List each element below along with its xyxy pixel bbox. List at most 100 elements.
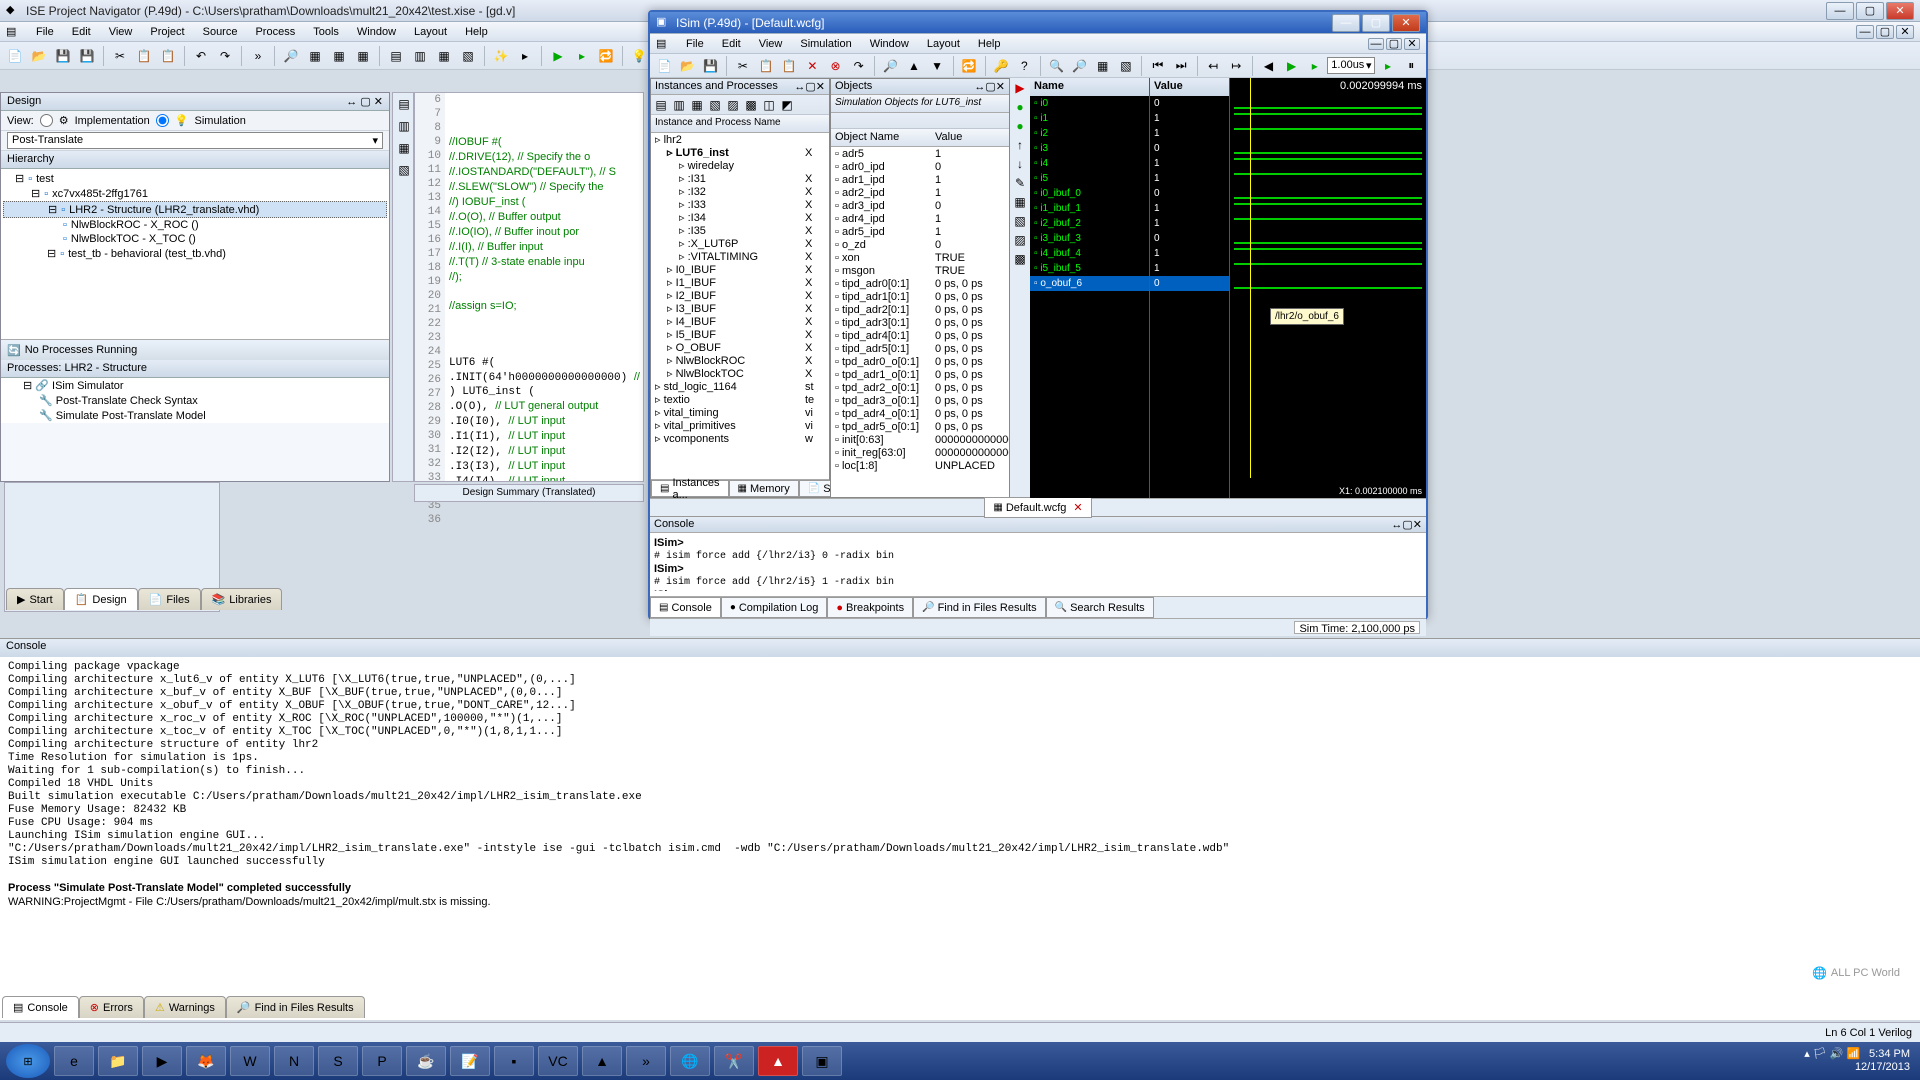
obj-buttons[interactable]: ↔▢✕ <box>974 80 1005 93</box>
tree-item[interactable]: ⊟ ▫ test <box>3 171 387 186</box>
wave-name[interactable]: ▫ i4 <box>1030 156 1149 171</box>
tb-word[interactable]: W <box>230 1046 270 1076</box>
run-button[interactable]: ▶ <box>547 45 569 67</box>
menu-process[interactable]: Process <box>247 24 303 40</box>
obj-row[interactable]: ▫ tipd_adr0[0:1]0 ps, 0 ps <box>831 277 1009 290</box>
rerun-button[interactable]: 🔁 <box>595 45 617 67</box>
wave-name[interactable]: ▫ i0_ibuf_0 <box>1030 186 1149 201</box>
prefs-button[interactable]: ▦ <box>352 45 374 67</box>
inst-row[interactable]: ▹ vital_timingvi <box>651 406 829 419</box>
tb-cmd[interactable]: ▪ <box>494 1046 534 1076</box>
libs-tab[interactable]: 📚Libraries <box>201 588 283 610</box>
inst-row[interactable]: ▹ textiote <box>651 393 829 406</box>
inst-tab[interactable]: ▤Instances a... <box>651 480 729 497</box>
inst-row[interactable]: ▹ NlwBlockROCX <box>651 354 829 367</box>
isim-gotoend[interactable]: ⏭ <box>1171 55 1192 77</box>
tb-wmp[interactable]: ▶ <box>142 1046 182 1076</box>
wave-signal[interactable] <box>1230 261 1426 276</box>
menu-tools[interactable]: Tools <box>305 24 347 40</box>
isim-menu-view[interactable]: View <box>751 36 791 52</box>
isim-close[interactable]: ✕ <box>1392 14 1420 32</box>
save-button[interactable]: 💾 <box>52 45 74 67</box>
mdi-close[interactable]: ✕ <box>1896 25 1914 39</box>
ed-icon-3[interactable]: ▦ <box>393 137 415 159</box>
wave-signal[interactable] <box>1230 231 1426 246</box>
inst-row[interactable]: ▹ vital_primitivesvi <box>651 419 829 432</box>
isim-gotostart[interactable]: ⏮ <box>1147 55 1168 77</box>
isim-open[interactable]: 📂 <box>677 55 698 77</box>
inst-tb6[interactable]: ▩ <box>743 97 759 113</box>
wcfg-max[interactable]: ▢ <box>1386 38 1402 50</box>
inst-tb8[interactable]: ◩ <box>779 97 795 113</box>
obj-col1[interactable]: Object Name <box>835 131 935 144</box>
mdi-minimize[interactable]: — <box>1856 25 1874 39</box>
tb-java[interactable]: ☕ <box>406 1046 446 1076</box>
findresults-tab[interactable]: 🔎Find in Files Results <box>226 996 365 1018</box>
wave-name[interactable]: ▫ i5_ibuf_5 <box>1030 261 1149 276</box>
inst-row[interactable]: ▹ :I32X <box>651 185 829 198</box>
design-tab[interactable]: 📋Design <box>64 588 138 610</box>
tb-app1[interactable]: ▲ <box>582 1046 622 1076</box>
menu-layout[interactable]: Layout <box>406 24 455 40</box>
tree-item[interactable]: ⊟ ▫ xc7vx485t-2ffg1761 <box>3 186 387 201</box>
isim-step[interactable]: ▸ <box>1377 55 1398 77</box>
inst-row[interactable]: ▹ lhr2 <box>651 133 829 146</box>
simtype-dropdown[interactable]: Post-Translate▾ <box>7 132 383 149</box>
menu-window[interactable]: Window <box>349 24 404 40</box>
inst-row[interactable]: ▹ :I33X <box>651 198 829 211</box>
close-button[interactable]: ✕ <box>1886 2 1914 20</box>
tree-item[interactable]: ▫ NlwBlockROC - X_ROC () <box>3 218 387 232</box>
code-editor[interactable]: 6789101112131415161718192021222324252627… <box>414 92 644 482</box>
wave-name[interactable]: ▫ i2 <box>1030 126 1149 141</box>
menu-source[interactable]: Source <box>195 24 246 40</box>
inst-tb2[interactable]: ▥ <box>671 97 687 113</box>
tb-firefox[interactable]: 🦊 <box>186 1046 226 1076</box>
inst-list[interactable]: ▹ lhr2▹ LUT6_instX▹ wiredelay▹ :I31X▹ :I… <box>651 133 829 479</box>
isim-runall[interactable]: ▶ <box>1281 55 1302 77</box>
isim-zoomfit[interactable]: ▦ <box>1092 55 1113 77</box>
menu-project[interactable]: Project <box>142 24 192 40</box>
sim-radio[interactable] <box>156 114 169 127</box>
isim-cut[interactable]: ✂ <box>732 55 753 77</box>
obj-row[interactable]: ▫ xonTRUE <box>831 251 1009 264</box>
tb-app2[interactable]: » <box>626 1046 666 1076</box>
cursor-line[interactable] <box>1250 78 1251 478</box>
inst-row[interactable]: ▹ :X_LUT6PX <box>651 237 829 250</box>
inst-row[interactable]: ▹ :I35X <box>651 224 829 237</box>
wave-name[interactable]: ▫ i1 <box>1030 111 1149 126</box>
inst-row[interactable]: ▹ I0_IBUFX <box>651 263 829 276</box>
tb-ppt[interactable]: P <box>362 1046 402 1076</box>
wave-signal[interactable] <box>1230 186 1426 201</box>
isim-zoomcur[interactable]: ▧ <box>1115 55 1136 77</box>
isim-nexttrans[interactable]: ↦ <box>1226 55 1247 77</box>
tb-notepad[interactable]: 📝 <box>450 1046 490 1076</box>
inst-row[interactable]: ▹ :VITALTIMINGX <box>651 250 829 263</box>
wave-ic-9[interactable]: ▨ <box>1011 231 1029 249</box>
process-list[interactable]: ⊟ 🔗 ISim Simulator🔧 Post-Translate Check… <box>1 378 389 423</box>
obj-list[interactable]: ▫ adr51▫ adr0_ipd0▫ adr1_ipd1▫ adr2_ipd1… <box>831 147 1009 497</box>
tb-isim[interactable]: ▣ <box>802 1046 842 1076</box>
isim-tab-console[interactable]: ▤Console <box>650 597 721 618</box>
wave-signal[interactable] <box>1230 276 1426 291</box>
saveall-button[interactable]: 💾 <box>76 45 98 67</box>
obj-row[interactable]: ▫ tpd_adr2_o[0:1]0 ps, 0 ps <box>831 381 1009 394</box>
wcfg-close-icon[interactable]: ✕ <box>1073 501 1082 514</box>
wave-signal[interactable] <box>1230 156 1426 171</box>
inst-row[interactable]: ▹ :I31X <box>651 172 829 185</box>
obj-row[interactable]: ▫ init[0:63]0000000000000000 <box>831 433 1009 446</box>
console-body[interactable]: Compiling package vpackage Compiling arc… <box>0 657 1920 996</box>
wave-ic-6[interactable]: ✎ <box>1011 174 1029 192</box>
isim-menu-edit[interactable]: Edit <box>714 36 749 52</box>
wave-ic-7[interactable]: ▦ <box>1011 193 1029 211</box>
isim-undo[interactable]: ⊗ <box>825 55 846 77</box>
obj-row[interactable]: ▫ adr1_ipd1 <box>831 173 1009 186</box>
tb-explorer[interactable]: 📁 <box>98 1046 138 1076</box>
isim-save[interactable]: 💾 <box>700 55 721 77</box>
menu-view[interactable]: View <box>101 24 141 40</box>
isim-zoom2[interactable]: 🔎 <box>1069 55 1090 77</box>
proc-item[interactable]: 🔧 Post-Translate Check Syntax <box>1 393 389 408</box>
minimize-button[interactable]: — <box>1826 2 1854 20</box>
obj-row[interactable]: ▫ adr5_ipd1 <box>831 225 1009 238</box>
inst-row[interactable]: ▹ NlwBlockTOCX <box>651 367 829 380</box>
wave-ic-8[interactable]: ▧ <box>1011 212 1029 230</box>
